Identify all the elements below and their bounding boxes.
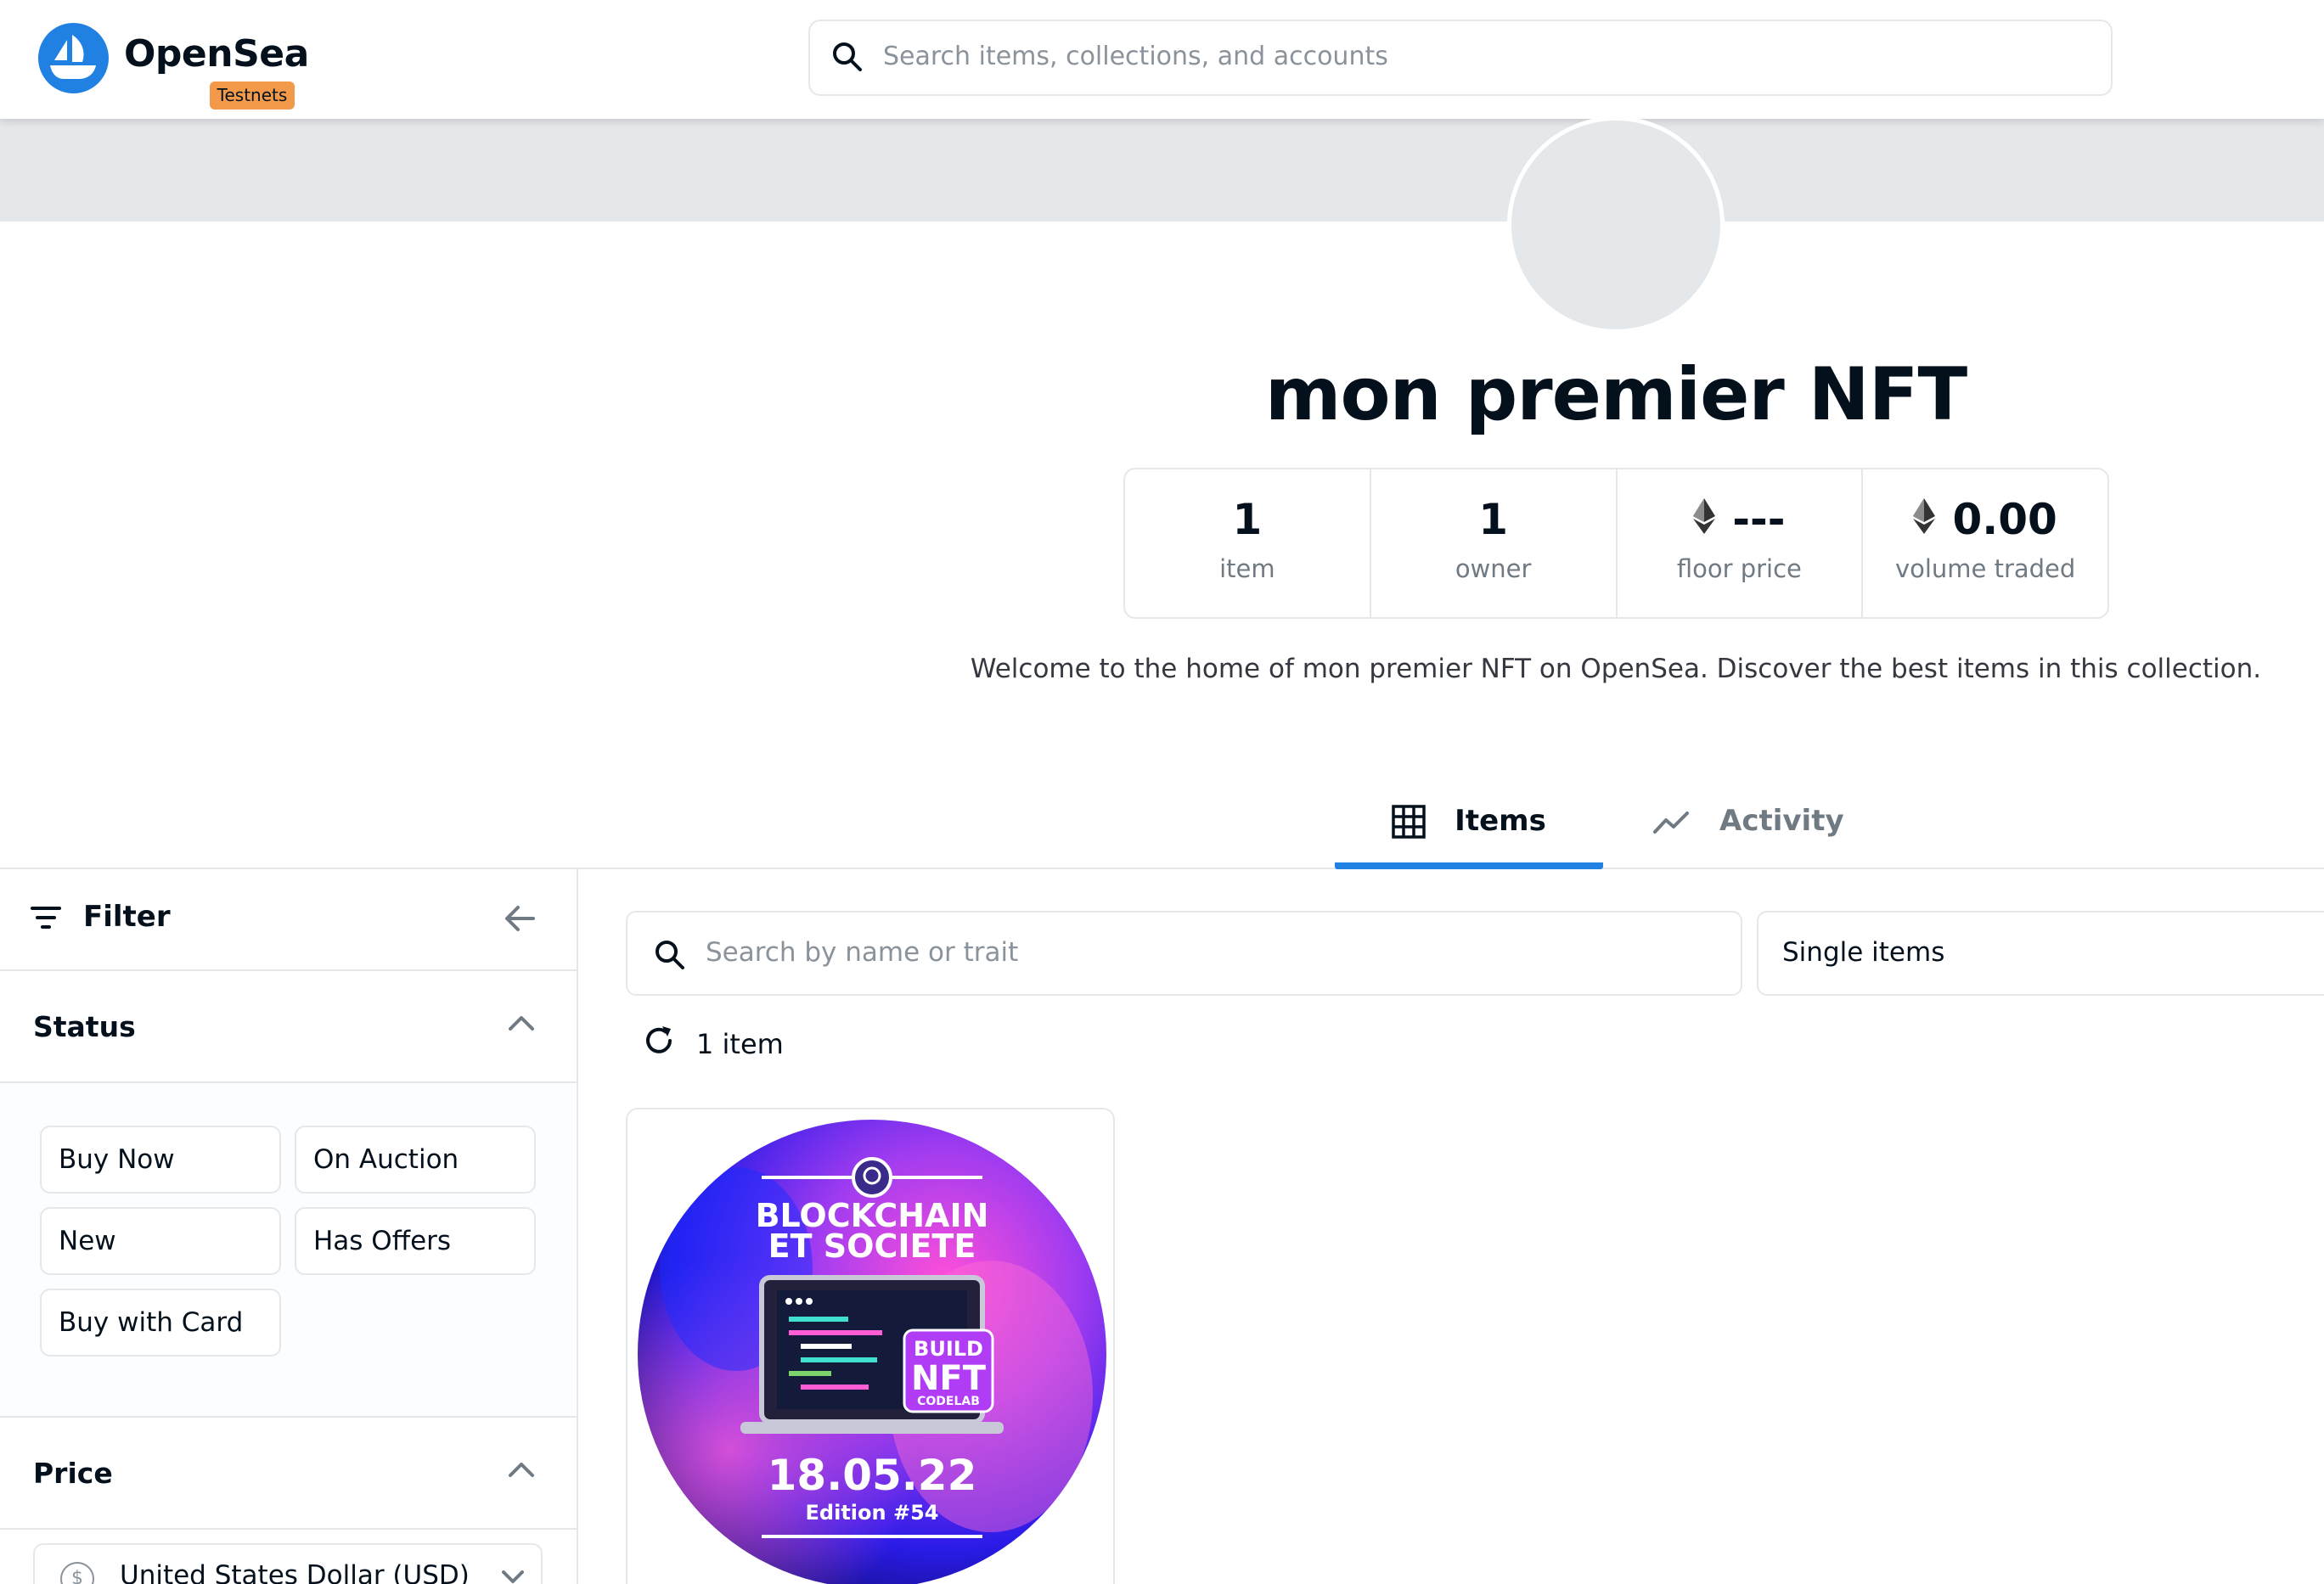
filter-icon <box>31 905 61 934</box>
collapse-sidebar-arrow-icon[interactable] <box>503 902 537 939</box>
top-navbar: OpenSea Testnets Search items, collectio… <box>0 0 2324 119</box>
search-icon <box>653 938 687 975</box>
testnets-badge: Testnets <box>210 81 295 110</box>
price-section-header[interactable]: Price <box>0 1418 577 1530</box>
status-on-auction[interactable]: On Auction <box>295 1126 536 1194</box>
filter-sidebar: Filter Status Buy Now On Auction New Has… <box>0 869 578 1584</box>
status-has-offers[interactable]: Has Offers <box>295 1207 536 1275</box>
global-search-placeholder: Search items, collections, and accounts <box>883 42 1388 71</box>
status-section-header[interactable]: Status <box>0 971 577 1083</box>
status-label: Status <box>33 1010 136 1043</box>
nft-badge-build: BUILD <box>914 1337 983 1361</box>
nft-card[interactable]: BLOCKCHAIN ET SOCIETE BUILD NFT CODELAB … <box>626 1108 1115 1584</box>
filter-label: Filter <box>83 900 171 934</box>
search-icon <box>830 40 864 77</box>
refresh-icon[interactable] <box>642 1024 676 1064</box>
opensea-logo-icon[interactable] <box>38 23 109 93</box>
stat-floor-price[interactable]: --- floor price <box>1618 469 1864 617</box>
item-search-placeholder: Search by name or trait <box>706 937 1019 968</box>
collection-stats: 1 item 1 owner --- floor price 0.00 volu… <box>1123 468 2109 619</box>
item-count-row: 1 item <box>642 1019 784 1070</box>
nft-badge-nft: NFT <box>911 1359 987 1398</box>
view-mode-value: Single items <box>1782 937 1945 968</box>
dollar-icon: $ <box>60 1562 94 1584</box>
status-new[interactable]: New <box>40 1207 281 1275</box>
global-search-input[interactable]: Search items, collections, and accounts <box>808 20 2113 96</box>
activity-chart-icon <box>1653 805 1691 846</box>
nft-date: 18.05.22 <box>768 1451 977 1500</box>
collection-avatar <box>1507 116 1725 334</box>
stat-owners[interactable]: 1 owner <box>1371 469 1618 617</box>
collection-banner <box>0 119 2324 222</box>
grid-icon <box>1392 805 1426 846</box>
chevron-up-icon <box>507 1460 536 1482</box>
nft-image: BLOCKCHAIN ET SOCIETE BUILD NFT CODELAB … <box>638 1120 1106 1584</box>
status-options: Buy Now On Auction New Has Offers Buy wi… <box>0 1083 577 1418</box>
collection-description: Welcome to the home of mon premier NFT o… <box>970 654 2262 684</box>
tab-activity[interactable]: Activity <box>1653 798 1844 869</box>
stat-floor-price-value: --- <box>1732 495 1786 544</box>
tab-items[interactable]: Items <box>1335 798 1603 869</box>
currency-value: United States Dollar (USD) <box>120 1560 470 1584</box>
nft-edition: Edition #54 <box>806 1501 939 1525</box>
view-mode-select[interactable]: Single items <box>1757 911 2324 996</box>
brand-name[interactable]: OpenSea <box>124 32 309 76</box>
currency-select[interactable]: $ United States Dollar (USD) <box>33 1543 543 1584</box>
stat-owners-label: owner <box>1455 554 1532 583</box>
stat-owners-value: 1 <box>1478 495 1509 544</box>
tab-items-label: Items <box>1455 804 1546 838</box>
status-buy-with-card[interactable]: Buy with Card <box>40 1289 281 1357</box>
nft-badge-codelab: CODELAB <box>917 1395 980 1408</box>
stat-items-label: item <box>1219 554 1275 583</box>
stat-volume-traded[interactable]: 0.00 volume traded <box>1863 469 2107 617</box>
stat-volume-traded-label: volume traded <box>1894 554 2076 583</box>
item-count: 1 item <box>696 1028 784 1060</box>
stat-items-value: 1 <box>1232 495 1263 544</box>
chevron-down-icon <box>500 1569 526 1584</box>
chevron-up-icon <box>507 1014 536 1036</box>
stat-volume-traded-value: 0.00 <box>1952 495 2057 544</box>
tab-activity-label: Activity <box>1719 804 1844 838</box>
ethereum-icon <box>1913 495 1936 544</box>
stat-items[interactable]: 1 item <box>1125 469 1371 617</box>
filter-header: Filter <box>0 869 577 971</box>
nft-title-line2: ET SOCIETE <box>768 1227 976 1265</box>
collection-tabs: Items Activity <box>0 781 2324 869</box>
item-search-input[interactable]: Search by name or trait <box>626 911 1742 996</box>
stat-floor-price-label: floor price <box>1676 554 1802 583</box>
ethereum-icon <box>1693 495 1716 544</box>
collection-title: mon premier NFT <box>1264 352 1967 437</box>
price-label: Price <box>33 1457 113 1490</box>
status-buy-now[interactable]: Buy Now <box>40 1126 281 1194</box>
